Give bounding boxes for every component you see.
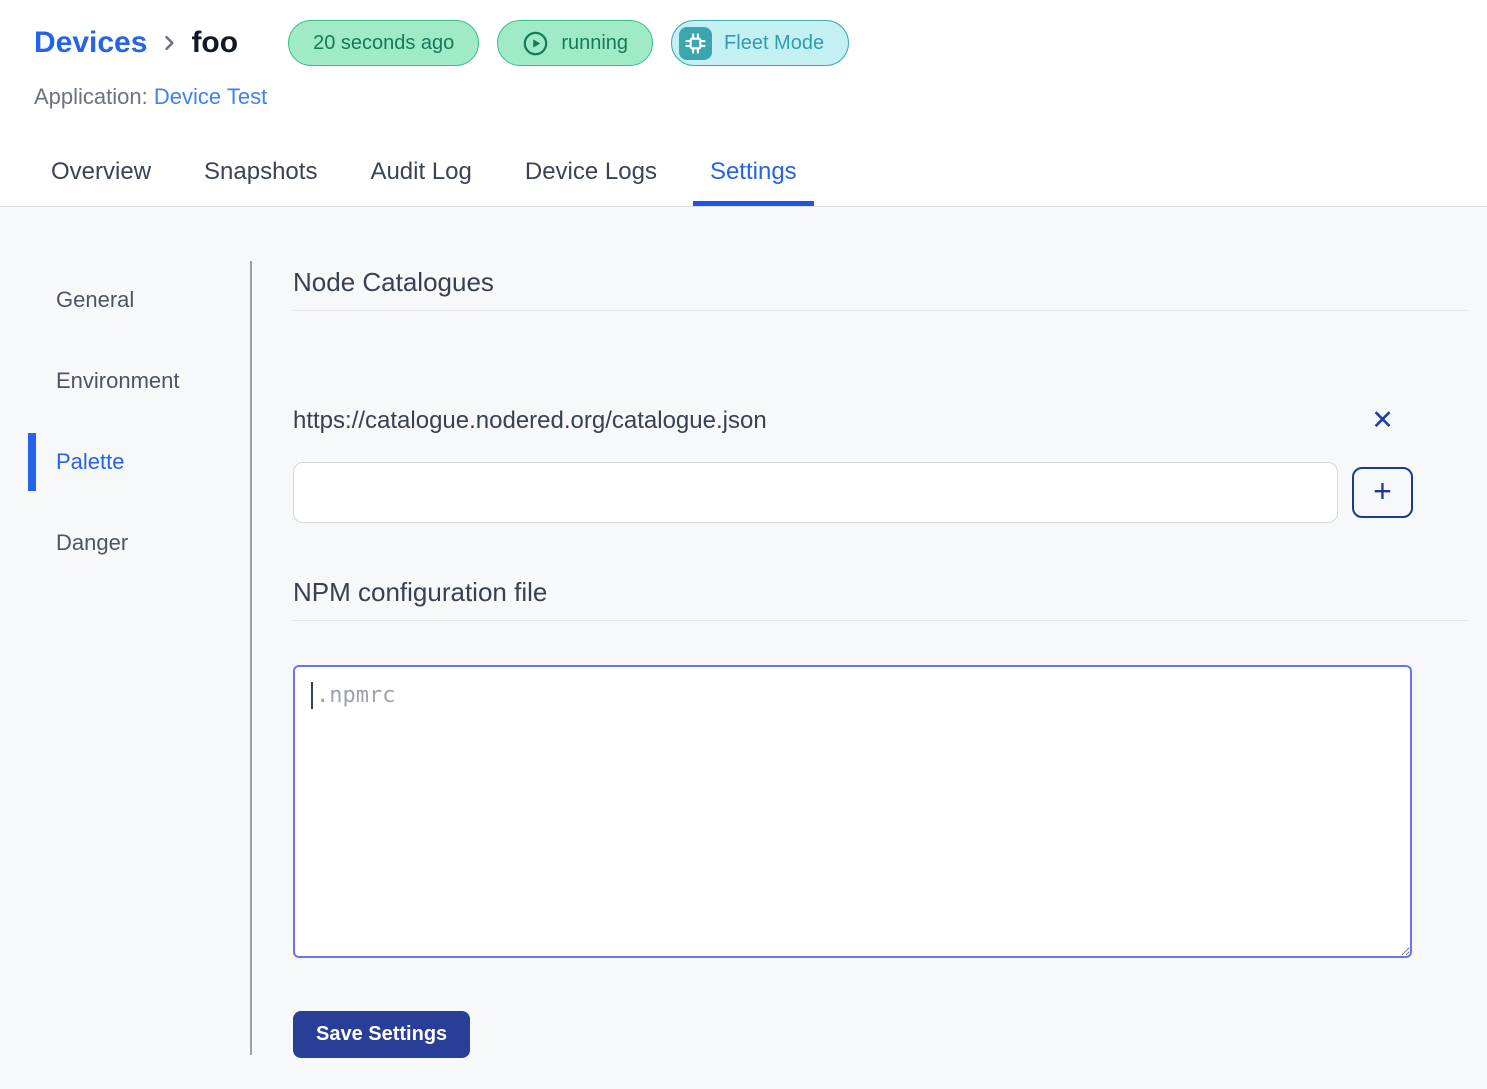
- tab-overview[interactable]: Overview: [34, 158, 168, 206]
- npm-config-heading: NPM configuration file: [293, 577, 1469, 608]
- settings-sidebar: General Environment Palette Danger: [0, 207, 250, 1082]
- play-circle-icon: [522, 30, 549, 57]
- device-status-badges: 20 seconds ago running Fleet Mode: [288, 20, 849, 66]
- remove-catalogue-button[interactable]: ✕: [1367, 403, 1398, 438]
- node-catalogues-heading: Node Catalogues: [293, 267, 1469, 298]
- cpu-chip-icon: [679, 27, 712, 60]
- last-seen-badge-label: 20 seconds ago: [313, 32, 454, 55]
- section-divider: [293, 620, 1469, 621]
- breadcrumb-current-device: foo: [191, 26, 238, 60]
- sidebar-item-environment[interactable]: Environment: [0, 352, 250, 410]
- npm-config-textarea[interactable]: [293, 665, 1412, 958]
- last-seen-badge: 20 seconds ago: [288, 20, 479, 66]
- breadcrumb: Devices foo 20 seconds ago running: [0, 0, 1487, 66]
- catalogue-url-text: https://catalogue.nodered.org/catalogue.…: [293, 407, 1338, 435]
- npm-config-textarea-wrap: .npmrc: [293, 665, 1412, 963]
- settings-content: General Environment Palette Danger Node …: [0, 207, 1487, 1082]
- new-catalogue-input[interactable]: [293, 462, 1338, 523]
- add-catalogue-button[interactable]: +: [1352, 467, 1413, 518]
- breadcrumb-devices-link[interactable]: Devices: [34, 26, 147, 60]
- status-badge-label: running: [561, 32, 628, 55]
- tab-snapshots[interactable]: Snapshots: [187, 158, 334, 206]
- new-catalogue-row: +: [293, 462, 1413, 523]
- sidebar-item-danger[interactable]: Danger: [0, 514, 250, 572]
- mode-badge-label: Fleet Mode: [724, 32, 824, 55]
- section-divider: [293, 310, 1469, 311]
- device-tabs: Overview Snapshots Audit Log Device Logs…: [0, 158, 1487, 206]
- palette-settings-panel: Node Catalogues https://catalogue.nodere…: [252, 207, 1487, 1082]
- status-badge: running: [497, 20, 653, 66]
- npm-config-section: NPM configuration file .npmrc: [293, 577, 1469, 963]
- sidebar-item-palette[interactable]: Palette: [0, 433, 250, 491]
- page-header: Devices foo 20 seconds ago running: [0, 0, 1487, 207]
- catalogue-entry-row: https://catalogue.nodered.org/catalogue.…: [293, 403, 1413, 438]
- tab-audit-log[interactable]: Audit Log: [353, 158, 488, 206]
- application-link[interactable]: Device Test: [154, 84, 267, 109]
- tab-device-logs[interactable]: Device Logs: [508, 158, 674, 206]
- application-label: Application:: [34, 84, 148, 109]
- application-row: Application: Device Test: [0, 66, 1487, 110]
- save-settings-button[interactable]: Save Settings: [293, 1011, 470, 1058]
- sidebar-item-general[interactable]: General: [0, 271, 250, 329]
- mode-badge: Fleet Mode: [671, 20, 849, 66]
- chevron-right-icon: [159, 33, 179, 53]
- tab-settings[interactable]: Settings: [693, 158, 814, 206]
